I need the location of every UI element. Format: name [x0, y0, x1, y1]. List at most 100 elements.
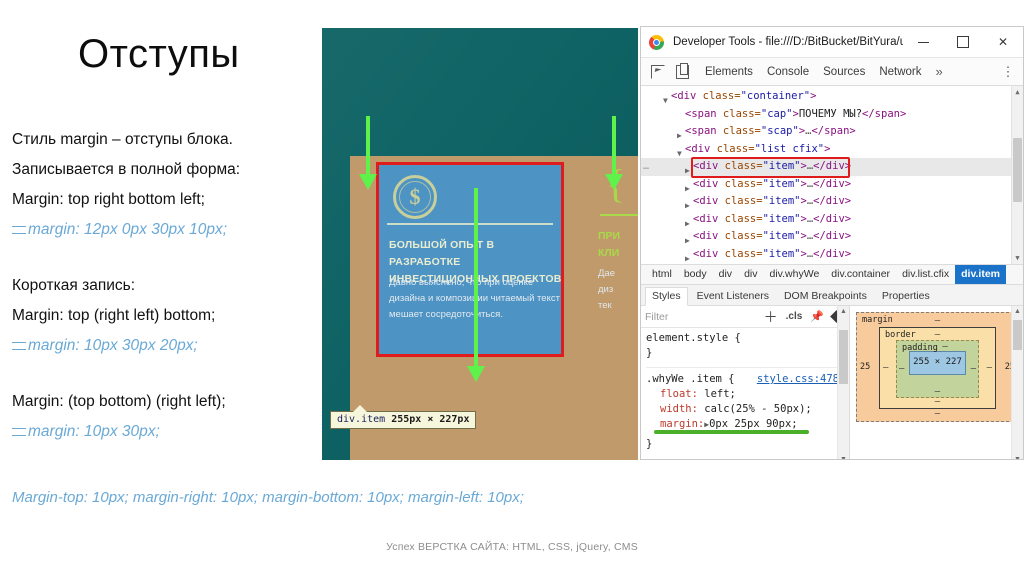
dom-node[interactable]: ▼ <div class="container"> — [641, 88, 1023, 106]
breadcrumb: html body div div div.whyWe div.containe… — [641, 264, 1023, 285]
css-declaration[interactable]: float: left; — [646, 387, 845, 402]
maximize-button[interactable] — [943, 28, 983, 57]
filter-row: Filter ＋ .cls 📌 — [641, 306, 849, 328]
scroll-up-icon[interactable]: ▲ — [1013, 307, 1022, 317]
dom-node[interactable]: <span class="cap">ПОЧЕМУ МЫ?</span> — [641, 106, 1023, 124]
css-source-link[interactable]: style.css:478 — [757, 372, 839, 387]
dom-tag: <div — [685, 142, 711, 155]
scroll-down-icon[interactable]: ▼ — [839, 455, 848, 459]
scroll-down-icon[interactable]: ▼ — [1013, 253, 1022, 263]
footer-note: Margin-top: 10px; margin-right: 10px; ma… — [12, 489, 524, 506]
margin-highlight-underline — [654, 430, 809, 434]
breadcrumb-item-html[interactable]: html — [646, 265, 678, 284]
box-model-border[interactable]: border – – – – padding – – – – 255 × 227 — [879, 327, 996, 409]
dom-attr: class= — [710, 142, 755, 155]
tab-sources[interactable]: Sources — [823, 66, 865, 78]
css-rule-element-style: element.style { } — [646, 331, 845, 361]
tab-elements[interactable]: Elements — [705, 66, 753, 78]
arrow-marker-icon — [12, 342, 26, 350]
breadcrumb-item-whywe[interactable]: div.whyWe — [764, 265, 826, 284]
dom-node[interactable]: ▶ <div class="item">…</div> — [641, 228, 1023, 246]
tab-event-listeners[interactable]: Event Listeners — [691, 288, 775, 305]
filter-input[interactable]: Filter — [645, 311, 668, 323]
devtools-menu-button[interactable]: ⋮ — [999, 65, 1017, 78]
scrollbar-thumb[interactable] — [839, 330, 848, 384]
tab-styles[interactable]: Styles — [645, 287, 688, 306]
tab-console[interactable]: Console — [767, 66, 809, 78]
expand-triangle-icon[interactable]: ▶ — [685, 250, 690, 265]
breadcrumb-item-container[interactable]: div.container — [825, 265, 896, 284]
tab-properties[interactable]: Properties — [876, 288, 936, 305]
margin-bottom-value[interactable]: – — [935, 409, 940, 419]
scroll-down-icon[interactable]: ▼ — [1013, 455, 1022, 459]
arrow-shaft — [612, 116, 616, 176]
more-tabs-button[interactable]: » — [936, 64, 943, 79]
breadcrumb-item-body[interactable]: body — [678, 265, 713, 284]
border-right-value[interactable]: – — [987, 363, 992, 373]
padding-left-value[interactable]: – — [899, 364, 904, 374]
dom-tag: <div — [693, 212, 719, 225]
tab-dom-breakpoints[interactable]: DOM Breakpoints — [778, 288, 873, 305]
box-model-padding[interactable]: padding – – – – 255 × 227 — [896, 340, 979, 398]
device-toolbar-icon — [675, 62, 689, 79]
highlighted-item-element[interactable]: $ БОЛЬШОЙ ОПЫТ В РАЗРАБОТКЕ ИНВЕСТИЦИОНН… — [376, 162, 564, 357]
arrow-shaft — [366, 116, 370, 176]
dom-tree-scrollbar[interactable]: ▲ ▼ — [1011, 86, 1023, 264]
css-value: left; — [704, 388, 736, 400]
border-bottom-value[interactable]: – — [935, 397, 940, 407]
text-line: Margin: top (right left) bottom; — [12, 307, 216, 324]
css-pane-scrollbar[interactable]: ▲ ▼ — [837, 306, 849, 459]
margin-left-value[interactable]: 25 — [860, 362, 870, 372]
arrow-shaft — [474, 188, 478, 368]
breadcrumb-item-div[interactable]: div — [713, 265, 738, 284]
scroll-up-icon[interactable]: ▲ — [1013, 87, 1022, 97]
css-rule-whywe-item: .whyWe .item {style.css:478 float: left;… — [646, 367, 845, 452]
dom-node[interactable]: ▶ <div class="item">…</div> — [641, 246, 1023, 264]
dom-node[interactable]: ▶ <span class="scap">…</span> — [641, 123, 1023, 141]
dom-node[interactable]: ▶ <div class="item">…</div> — [641, 211, 1023, 229]
padding-right-value[interactable]: – — [971, 364, 976, 374]
css-declaration[interactable]: width: calc(25% - 50px); — [646, 402, 845, 417]
dom-node[interactable]: ▶ <div class="item">…</div> — [641, 176, 1023, 194]
new-style-rule-icon[interactable]: ＋ — [764, 310, 778, 324]
box-model-scrollbar[interactable]: ▲ ▼ — [1011, 306, 1023, 459]
element-size-tooltip: div.item 255px × 227px — [330, 405, 477, 429]
close-button[interactable]: ✕ — [983, 28, 1023, 57]
dom-tree-panel[interactable]: ▼ <div class="container"> <span class="ca… — [641, 86, 1023, 264]
dom-node[interactable]: ▶ <div class="item">…</div> — [641, 193, 1023, 211]
scrollbar-thumb[interactable] — [1013, 320, 1022, 350]
breadcrumb-item-div-2[interactable]: div — [738, 265, 763, 284]
code-line-text: margin: 10px 30px; — [28, 423, 160, 440]
breadcrumb-item-list-cfix[interactable]: div.list.cfix — [896, 265, 955, 284]
border-left-value[interactable]: – — [883, 363, 888, 373]
dom-tag-end: </div> — [813, 212, 852, 225]
dom-node-selected[interactable]: … ▶ <div class="item">…</div> — [641, 157, 1023, 178]
box-model-margin[interactable]: margin – – 25 25 border – – – – padding … — [856, 312, 1019, 422]
box-model-content-size[interactable]: 255 × 227 — [909, 351, 966, 375]
dom-node[interactable]: ▼ <div class="list cfix"> — [641, 141, 1023, 159]
css-declaration-margin[interactable]: margin:▶0px 25px 90px; — [646, 417, 845, 434]
tab-network[interactable]: Network — [879, 66, 921, 78]
scrollbar-thumb[interactable] — [1013, 138, 1022, 202]
scroll-up-icon[interactable]: ▲ — [839, 307, 848, 317]
code-line: margin: 10px 30px; — [12, 417, 322, 447]
pin-icon[interactable]: 📌 — [810, 310, 824, 323]
text-line: Короткая запись: — [12, 277, 136, 294]
border-label: border — [885, 330, 916, 340]
breadcrumb-item-item-active[interactable]: div.item — [955, 265, 1007, 284]
device-toolbar-button[interactable] — [671, 61, 693, 83]
margin-top-value[interactable]: – — [935, 316, 940, 326]
padding-bottom-value[interactable]: – — [935, 387, 940, 397]
browser-preview: $ БОЛЬШОЙ ОПЫТ В РАЗРАБОТКЕ ИНВЕСТИЦИОНН… — [322, 28, 638, 460]
dom-attr: class= — [718, 247, 763, 260]
card2-paragraph-line1: Дае — [598, 268, 616, 279]
minimize-button[interactable] — [903, 28, 943, 57]
padding-top-value[interactable]: – — [942, 342, 947, 352]
dom-tag-end: </div> — [813, 230, 852, 242]
css-code-block[interactable]: element.style { } .whyWe .item {style.cs… — [641, 328, 849, 452]
border-top-value[interactable]: – — [935, 330, 940, 340]
element-classes-button[interactable]: .cls — [786, 311, 803, 322]
inspect-element-button[interactable] — [647, 61, 669, 83]
css-rules-pane: Filter ＋ .cls 📌 element.style { } .whyWe… — [641, 306, 850, 459]
